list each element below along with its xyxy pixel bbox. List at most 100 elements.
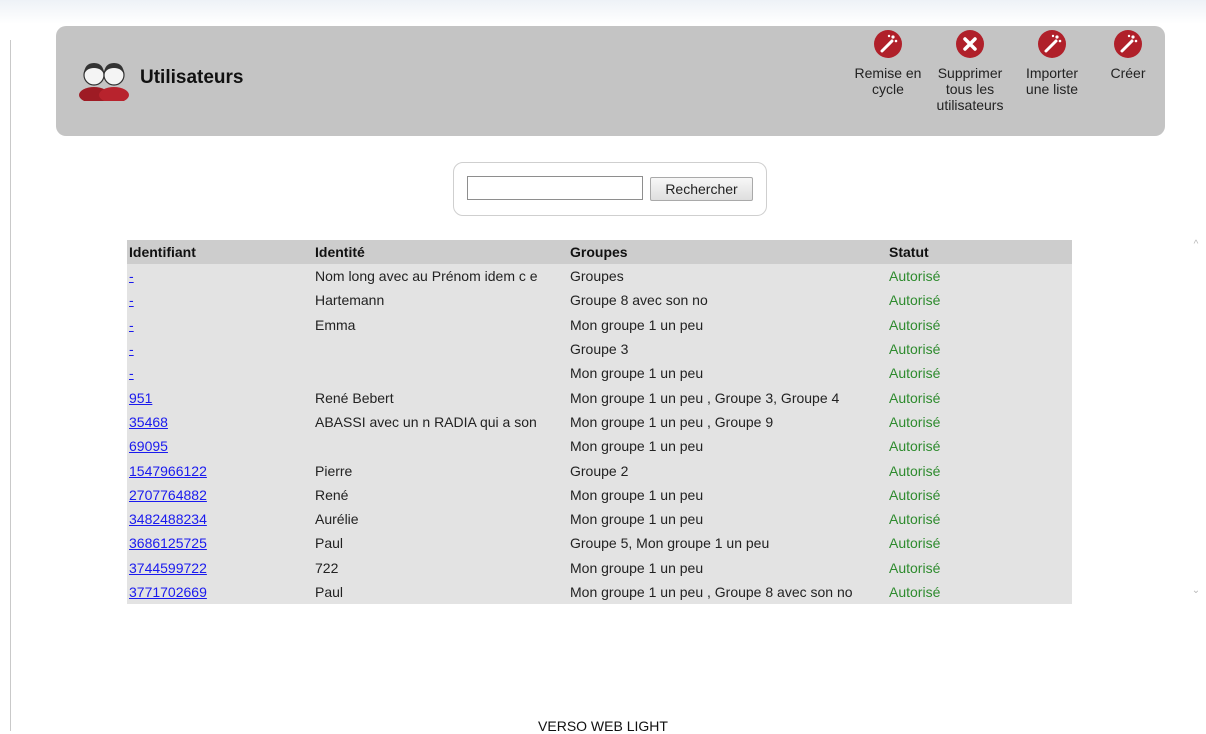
cell-groupes: Mon groupe 1 un peu <box>570 365 704 382</box>
cell-identifiant: - <box>127 313 313 337</box>
cell-identifiant: 69095 <box>127 434 313 458</box>
cell-identite: ABASSI avec un n RADIA qui a son <box>315 413 537 430</box>
create-label: Créer <box>1110 65 1146 81</box>
top-background-fade <box>0 0 1206 24</box>
cell-groupes: Mon groupe 1 un peu <box>570 486 704 503</box>
cell-identifiant: 951 <box>127 385 313 409</box>
delete-all-label: Supprimer tous les utilisateurs <box>936 65 1004 113</box>
recycle-button[interactable]: Remise en cycle <box>853 29 923 97</box>
table-row: 2707764882 René Mon groupe 1 un peu Autoris… <box>127 483 1072 507</box>
import-list-button[interactable]: Importer une liste <box>1020 29 1084 97</box>
cell-groupes: Mon groupe 1 un peu <box>570 316 704 333</box>
recycle-wand-icon <box>874 30 902 58</box>
cell-identite: Paul <box>315 535 344 552</box>
cell-statut: Autorisé <box>889 438 941 455</box>
cell-groupes: Mon groupe 1 un peu <box>570 511 704 528</box>
cell-groupes: Mon groupe 1 un peu , Groupe 9 <box>570 413 774 430</box>
users-icon <box>79 63 129 101</box>
user-id-link[interactable]: - <box>129 365 134 381</box>
footer-text: VERSO WEB LIGHT <box>538 718 668 734</box>
cell-identifiant: - <box>127 264 313 288</box>
user-id-link[interactable]: 35468 <box>129 414 168 430</box>
left-divider-line <box>10 40 11 731</box>
cell-identifiant: 2707764882 <box>127 483 313 507</box>
user-id-link[interactable]: 3744599722 <box>129 560 207 576</box>
page-title: Utilisateurs <box>140 67 244 88</box>
cell-identifiant: - <box>127 361 313 385</box>
cell-statut: Autorisé <box>889 559 941 576</box>
column-header-identite: Identité <box>313 240 568 264</box>
cell-identite: Hartemann <box>315 292 385 309</box>
cell-groupes: Groupe 8 avec son no <box>570 292 708 309</box>
user-id-link[interactable]: - <box>129 268 134 284</box>
cell-statut: Autorisé <box>889 268 941 285</box>
cell-statut: Autorisé <box>889 365 941 382</box>
cell-identite <box>313 361 568 385</box>
cell-groupes: Groupe 5, Mon groupe 1 un peu <box>570 535 770 552</box>
scroll-up-icon[interactable]: ^ <box>1189 238 1203 252</box>
cell-statut: Autorisé <box>889 584 941 600</box>
cell-identite <box>313 337 568 361</box>
user-id-link[interactable]: 951 <box>129 390 152 406</box>
cell-statut: Autorisé <box>889 511 941 528</box>
create-button[interactable]: Créer <box>1103 29 1153 81</box>
user-id-link[interactable]: 3482488234 <box>129 511 207 527</box>
table-header-row: Identifiant Identité Groupes Statut <box>127 240 1072 264</box>
delete-x-icon <box>956 30 984 58</box>
import-wand-icon <box>1038 30 1066 58</box>
page-header: Utilisateurs Remise en cycle Supprimer t… <box>56 26 1165 136</box>
table-row: 1547966122 Pierre Groupe 2 Autorisé <box>127 458 1072 482</box>
user-id-link[interactable]: 3686125725 <box>129 535 207 551</box>
cell-identifiant: - <box>127 288 313 312</box>
column-header-statut: Statut <box>887 240 1072 264</box>
cell-identite: Emma <box>315 316 356 333</box>
column-header-identifiant: Identifiant <box>127 240 313 264</box>
table-row: 951 René Bebert Mon groupe 1 un peu , Grou… <box>127 385 1072 409</box>
vertical-scrollbar[interactable]: ^ ⌄ <box>1189 238 1203 604</box>
search-button[interactable]: Rechercher <box>650 177 753 201</box>
table-row: - Mon groupe 1 un peu Autorisé <box>127 361 1072 385</box>
cell-statut: Autorisé <box>889 389 941 406</box>
cell-identite <box>313 434 568 458</box>
create-wand-icon <box>1114 30 1142 58</box>
user-id-link[interactable]: - <box>129 341 134 357</box>
cell-statut: Autorisé <box>889 413 941 430</box>
cell-statut: Autorisé <box>889 316 941 333</box>
user-id-link[interactable]: 3771702669 <box>129 584 207 600</box>
cell-identite: René <box>315 486 349 503</box>
delete-all-button[interactable]: Supprimer tous les utilisateurs <box>930 29 1010 113</box>
cell-groupes: Groupes <box>570 268 624 285</box>
cell-identite: Paul <box>315 584 344 600</box>
table-row: - Hartemann Groupe 8 avec son no Autorisé <box>127 288 1072 312</box>
cell-statut: Autorisé <box>889 486 941 503</box>
cell-identifiant: 35468 <box>127 410 313 434</box>
user-id-link[interactable]: 2707764882 <box>129 487 207 503</box>
cell-groupes: Mon groupe 1 un peu , Groupe 3, Groupe 4 <box>570 389 840 406</box>
table-row: - Groupe 3 Autorisé <box>127 337 1072 361</box>
cell-groupes: Mon groupe 1 un peu <box>570 438 704 455</box>
user-id-link[interactable]: 69095 <box>129 438 168 454</box>
scroll-down-icon[interactable]: ⌄ <box>1189 584 1203 598</box>
user-id-link[interactable]: - <box>129 317 134 333</box>
cell-groupes: Groupe 3 <box>570 341 629 358</box>
table-row: 69095 Mon groupe 1 un peu Autorisé <box>127 434 1072 458</box>
search-input[interactable] <box>467 176 643 200</box>
cell-identite: Aurélie <box>315 511 359 528</box>
cell-identifiant: - <box>127 337 313 361</box>
user-id-link[interactable]: 1547966122 <box>129 463 207 479</box>
cell-statut: Autorisé <box>889 462 941 479</box>
table-row: 3744599722 722 Mon groupe 1 un peu Autorisé <box>127 556 1072 580</box>
table-row: - Nom long avec au Prénom idem c e Groupes… <box>127 264 1072 288</box>
cell-identite: Nom long avec au Prénom idem c e <box>315 268 538 285</box>
cell-statut: Autorisé <box>889 535 941 552</box>
table-row: 3686125725 Paul Groupe 5, Mon groupe 1 un … <box>127 531 1072 555</box>
cell-groupes: Mon groupe 1 un peu , Groupe 8 avec son … <box>570 584 853 600</box>
cell-identifiant: 3771702669 <box>127 580 313 604</box>
cell-groupes: Groupe 2 <box>570 462 629 479</box>
cell-identifiant: 3744599722 <box>127 556 313 580</box>
user-id-link[interactable]: - <box>129 292 134 308</box>
cell-identite: 722 <box>315 559 339 576</box>
users-table: Identifiant Identité Groupes Statut - Nom… <box>127 240 1072 605</box>
recycle-label: Remise en cycle <box>854 65 922 97</box>
cell-identifiant: 3482488234 <box>127 507 313 531</box>
